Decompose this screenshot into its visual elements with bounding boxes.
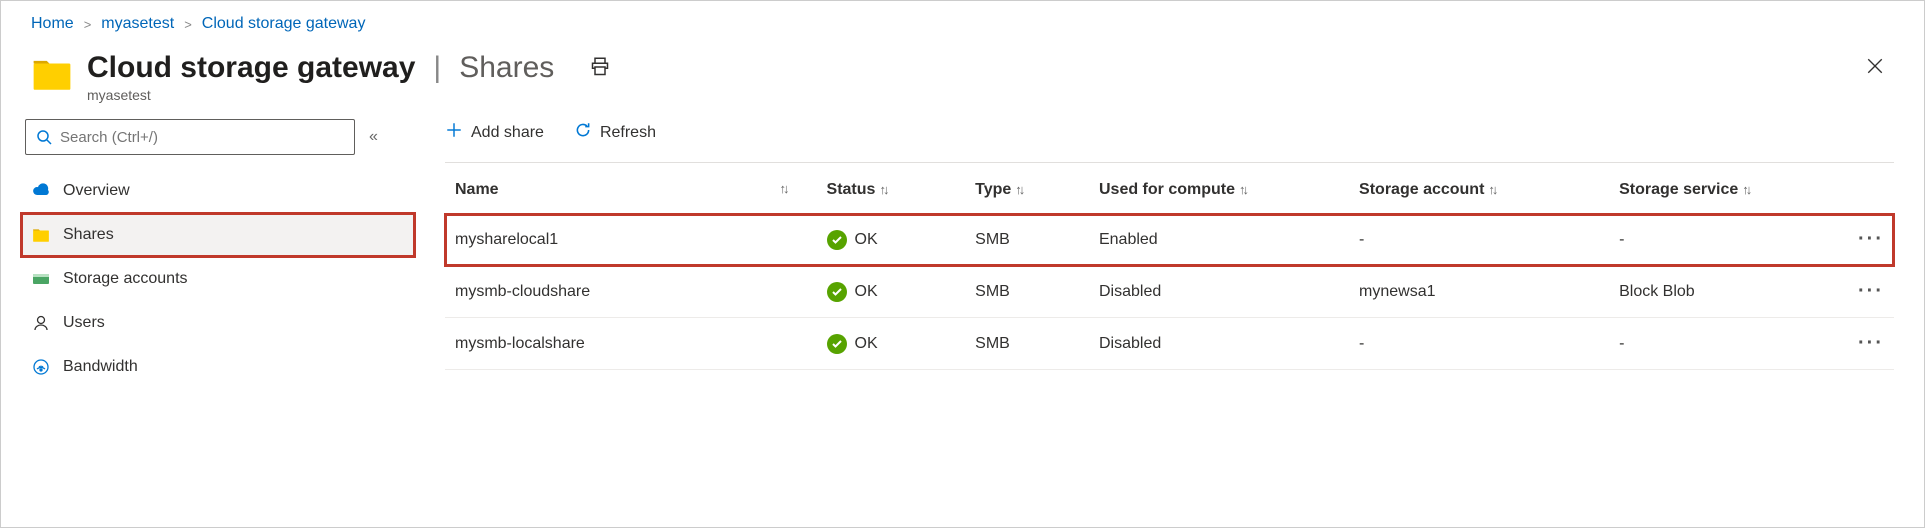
search-icon <box>36 129 52 145</box>
th-status[interactable]: Status↑↓ <box>817 169 966 214</box>
sort-icon: ↑↓ <box>1015 182 1022 197</box>
breadcrumb-resource[interactable]: myasetest <box>101 15 174 33</box>
th-service[interactable]: Storage service↑↓ <box>1609 169 1832 214</box>
th-name[interactable]: Name↑↓ <box>445 169 817 214</box>
sort-icon: ↑↓ <box>1488 182 1495 197</box>
toolbar-label: Add share <box>471 124 544 142</box>
refresh-icon <box>574 121 592 144</box>
plus-icon <box>445 121 463 144</box>
table-row[interactable]: mysmb-cloudshare OK SMB Disabled mynewsa… <box>445 266 1894 318</box>
sidebar-item-label: Bandwidth <box>63 358 138 376</box>
breadcrumb: Home > myasetest > Cloud storage gateway <box>1 1 1924 43</box>
cell-status: OK <box>827 282 956 302</box>
page-title: Cloud storage gateway <box>87 51 415 85</box>
cell-compute: Disabled <box>1089 266 1349 318</box>
cell-compute: Enabled <box>1089 214 1349 266</box>
cell-name[interactable]: mysmb-cloudshare <box>445 266 817 318</box>
collapse-sidebar-icon[interactable]: « <box>369 128 378 146</box>
cell-type: SMB <box>965 214 1089 266</box>
close-icon[interactable] <box>1856 51 1894 87</box>
sidebar-item-label: Users <box>63 314 105 332</box>
page-subtitle: myasetest <box>87 87 1856 103</box>
page-header: Cloud storage gateway | Shares myasetest <box>1 43 1924 113</box>
cell-name[interactable]: mysmb-localshare <box>445 318 817 370</box>
table-row[interactable]: mysharelocal1 OK SMB Enabled - - ··· <box>445 214 1894 266</box>
sort-icon: ↑↓ <box>1742 182 1749 197</box>
row-actions-button[interactable]: ··· <box>1832 266 1894 318</box>
sidebar-item-shares[interactable]: Shares <box>21 213 415 257</box>
page-section: Shares <box>459 51 554 85</box>
toolbar: Add share Refresh <box>445 117 1894 162</box>
cell-type: SMB <box>965 318 1089 370</box>
cell-service: - <box>1609 318 1832 370</box>
title-divider: | <box>433 51 441 85</box>
cell-service: Block Blob <box>1609 266 1832 318</box>
folder-icon <box>31 53 73 95</box>
chevron-right-icon: > <box>84 17 92 32</box>
shares-table: Name↑↓ Status↑↓ Type↑↓ Used for compute↑… <box>445 169 1894 370</box>
sort-icon: ↑↓ <box>1239 182 1246 197</box>
sidebar: « Overview Shares Storage accounts <box>25 113 415 389</box>
search-input-wrapper[interactable] <box>25 119 355 155</box>
sidebar-item-users[interactable]: Users <box>21 301 415 345</box>
sort-icon: ↑↓ <box>780 181 787 196</box>
sidebar-item-label: Shares <box>63 226 114 244</box>
folder-icon <box>31 225 51 245</box>
chevron-right-icon: > <box>184 17 192 32</box>
row-actions-button[interactable]: ··· <box>1832 214 1894 266</box>
table-row[interactable]: mysmb-localshare OK SMB Disabled - - ··· <box>445 318 1894 370</box>
breadcrumb-home[interactable]: Home <box>31 15 74 33</box>
th-type[interactable]: Type↑↓ <box>965 169 1089 214</box>
cell-account: - <box>1349 318 1609 370</box>
ok-icon <box>827 282 847 302</box>
storage-icon <box>31 269 51 289</box>
toolbar-label: Refresh <box>600 124 656 142</box>
add-share-button[interactable]: Add share <box>445 121 544 144</box>
cell-account: mynewsa1 <box>1349 266 1609 318</box>
main-content: Add share Refresh Name↑↓ Status↑↓ Type↑↓… <box>415 113 1924 389</box>
users-icon <box>31 313 51 333</box>
th-account[interactable]: Storage account↑↓ <box>1349 169 1609 214</box>
cell-service: - <box>1609 214 1832 266</box>
divider <box>445 162 1894 163</box>
bandwidth-icon <box>31 357 51 377</box>
print-icon[interactable] <box>590 57 610 80</box>
sidebar-item-overview[interactable]: Overview <box>21 169 415 213</box>
sidebar-item-label: Overview <box>63 182 130 200</box>
search-input[interactable] <box>60 129 344 146</box>
cell-status: OK <box>827 230 956 250</box>
sidebar-item-storage-accounts[interactable]: Storage accounts <box>21 257 415 301</box>
sort-icon: ↑↓ <box>879 182 886 197</box>
breadcrumb-page[interactable]: Cloud storage gateway <box>202 15 366 33</box>
cell-type: SMB <box>965 266 1089 318</box>
sidebar-item-label: Storage accounts <box>63 270 188 288</box>
cell-account: - <box>1349 214 1609 266</box>
refresh-button[interactable]: Refresh <box>574 121 656 144</box>
ok-icon <box>827 334 847 354</box>
cell-status: OK <box>827 334 956 354</box>
row-actions-button[interactable]: ··· <box>1832 318 1894 370</box>
cloud-icon <box>31 181 51 201</box>
th-compute[interactable]: Used for compute↑↓ <box>1089 169 1349 214</box>
ok-icon <box>827 230 847 250</box>
sidebar-item-bandwidth[interactable]: Bandwidth <box>21 345 415 389</box>
cell-name[interactable]: mysharelocal1 <box>445 214 817 266</box>
cell-compute: Disabled <box>1089 318 1349 370</box>
